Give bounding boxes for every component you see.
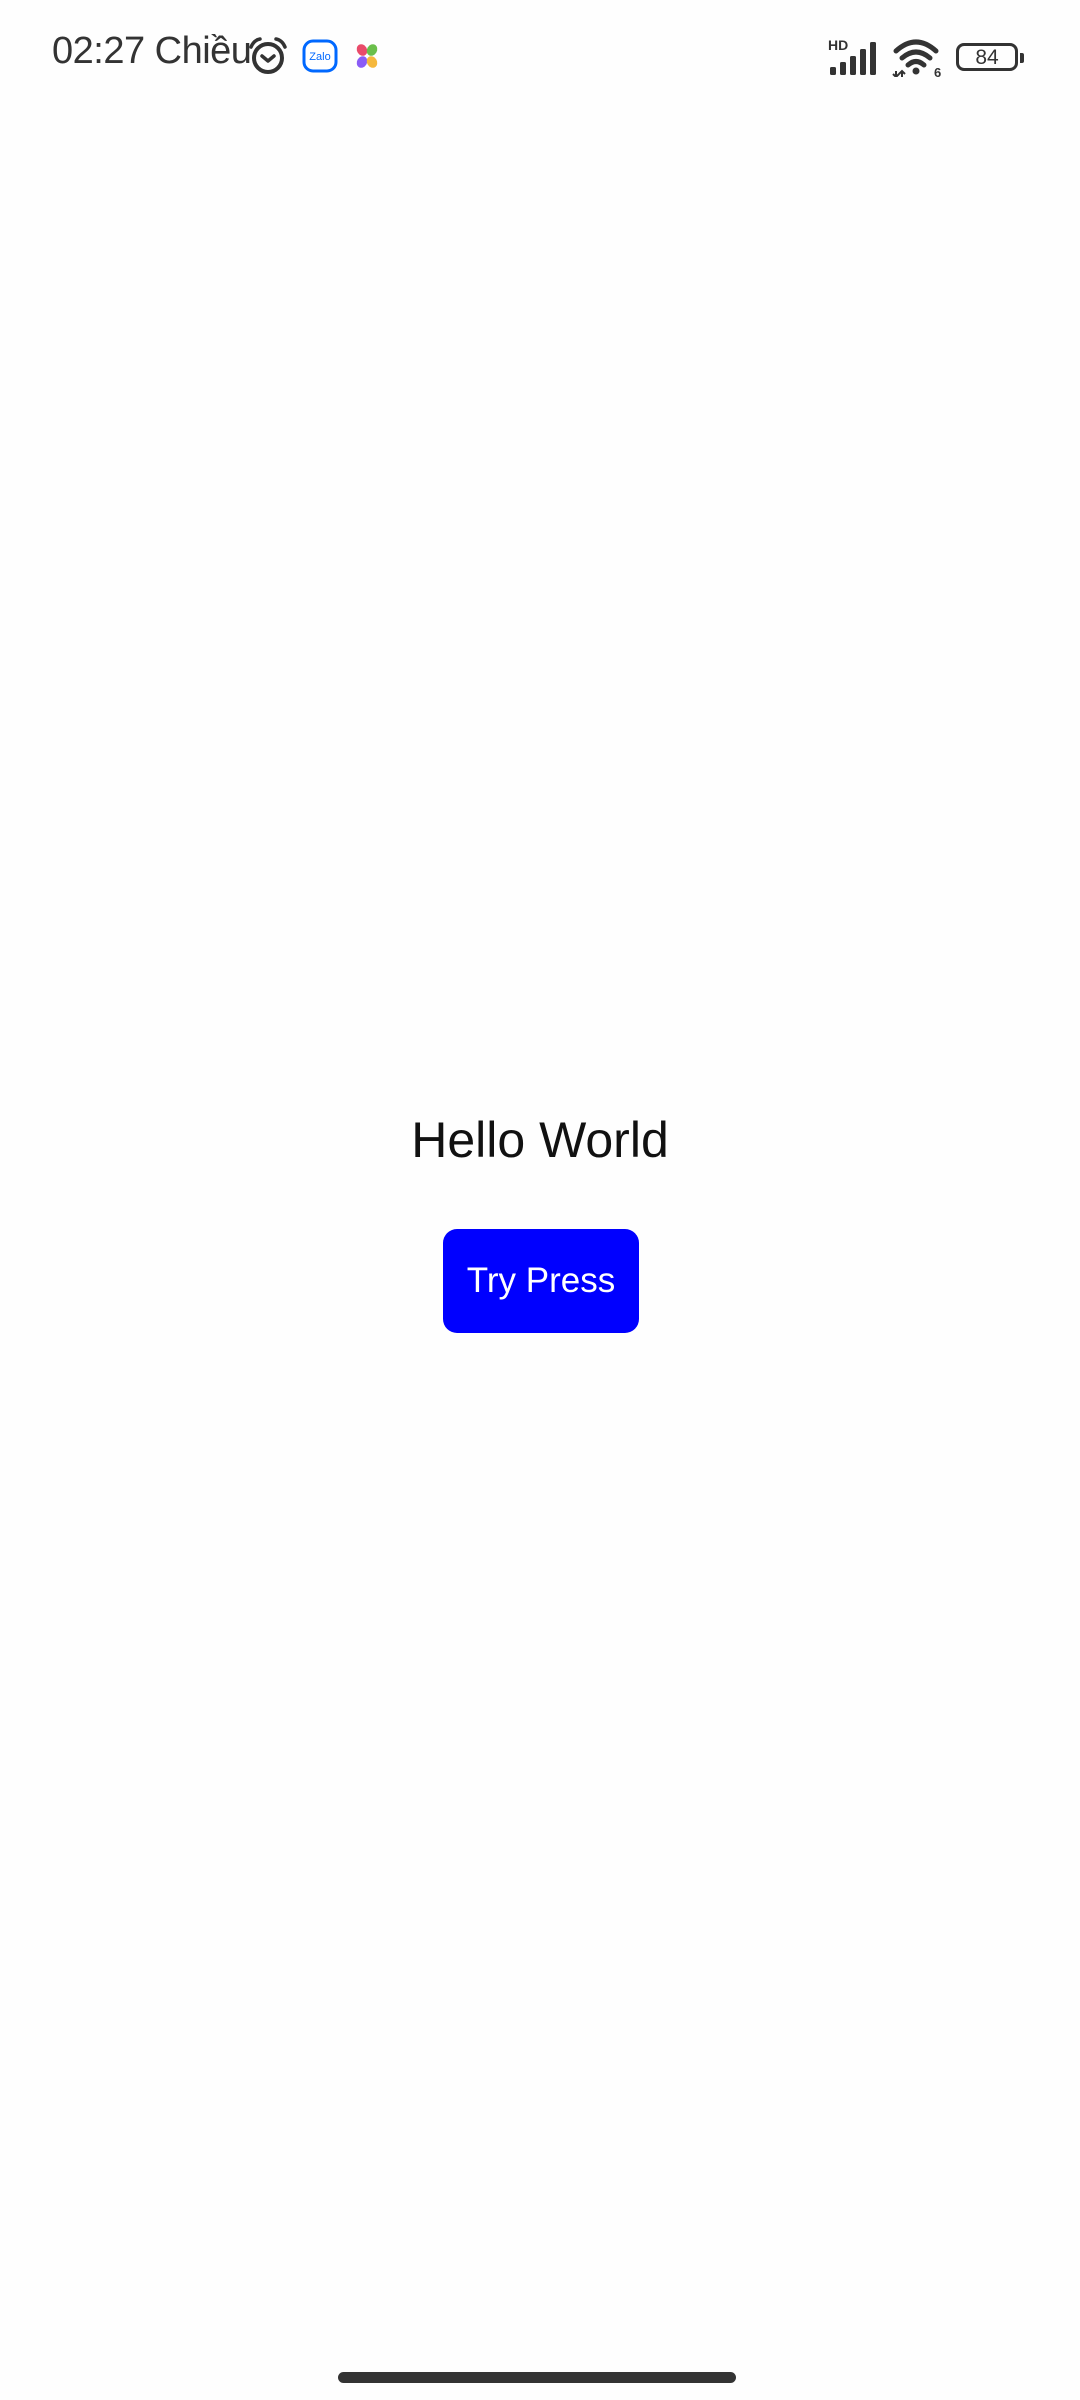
greeting-text: Hello World [411,1112,669,1168]
battery-level: 84 [975,45,999,69]
home-indicator[interactable] [338,2372,736,2383]
zalo-icon: Zalo [302,38,338,74]
status-bar: 02:27 Chiều Zalo HD 6 84 [0,0,1080,110]
svg-text:Zalo: Zalo [309,51,330,63]
app-screen: 02:27 Chiều Zalo HD 6 84 Hello World Try… [0,0,1080,2400]
svg-text:HD: HD [828,37,848,53]
app-icon [352,41,382,71]
alarm-icon [248,36,288,76]
svg-text:6: 6 [934,65,941,77]
try-press-button[interactable]: Try Press [443,1229,639,1333]
wifi-icon: 6 [892,37,944,77]
status-time: 02:27 Chiều [52,30,252,72]
signal-icon: HD [828,37,880,77]
status-system-icons: HD 6 84 [828,36,1024,78]
status-notification-icons: Zalo [248,36,382,76]
battery-icon: 84 [956,43,1024,71]
